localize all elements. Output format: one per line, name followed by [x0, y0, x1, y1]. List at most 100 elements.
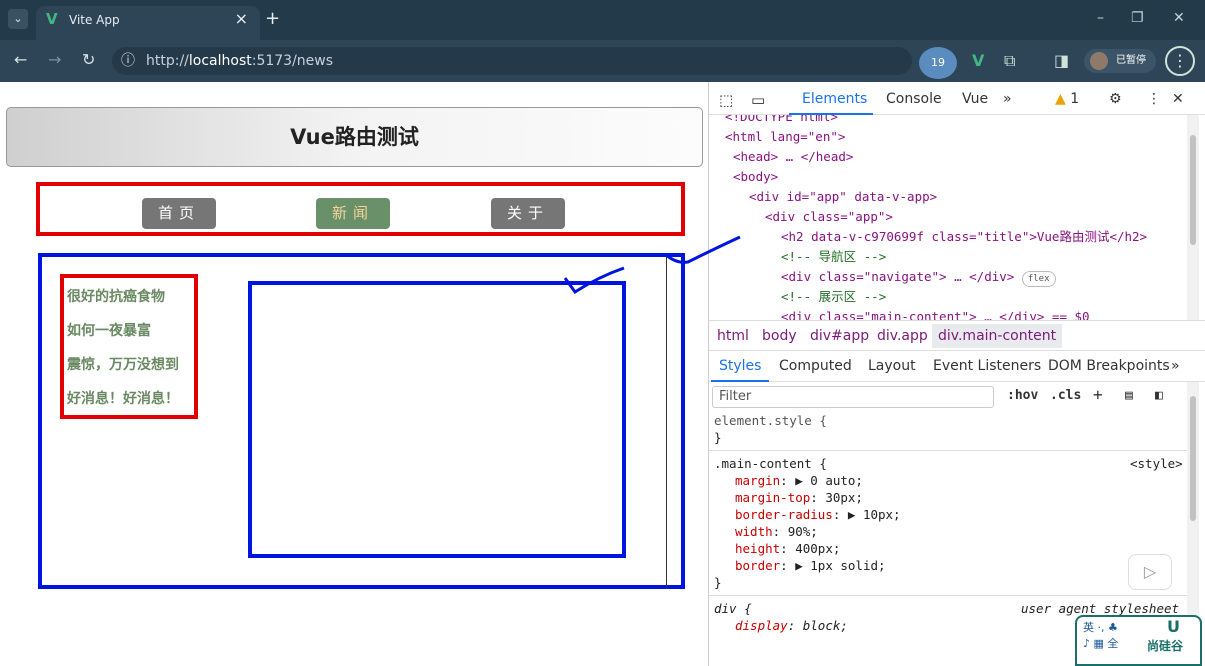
nav-about-link[interactable]: 关于 [491, 198, 565, 229]
nav-home-link[interactable]: 首页 [142, 198, 216, 229]
browser-tab-bar: ⌄ V Vite App × + – ❐ ✕ [0, 0, 1205, 40]
ime-toolbar[interactable]: 英 ·, ♣ ♪ ▦ 全 U 尚硅谷 [1075, 615, 1202, 666]
ime-brand-label: 尚硅谷 [1147, 639, 1184, 653]
crumb-html[interactable]: html [717, 328, 749, 344]
tab-computed[interactable]: Computed [779, 358, 852, 374]
device-toggle-icon[interactable]: ▭ [751, 91, 765, 109]
url-host: localhost [188, 53, 252, 69]
extensions-icon[interactable]: ⧉ [1004, 51, 1015, 71]
settings-gear-icon[interactable]: ⚙ [1109, 91, 1122, 107]
ime-options-label[interactable]: ♪ ▦ 全 [1083, 635, 1118, 651]
dom-line[interactable]: <div class="app"> [765, 207, 893, 227]
url-protocol: http:// [146, 53, 189, 69]
news-item[interactable]: 震惊，万万没想到 [67, 354, 179, 374]
tab-vue[interactable]: Vue [962, 91, 988, 107]
dom-line[interactable]: <html lang="en"> [725, 127, 845, 147]
styles-tabs: Styles Computed Layout Event Listeners D… [709, 350, 1205, 382]
rule-divider [709, 450, 1187, 451]
styles-filter-input[interactable]: Filter [712, 386, 994, 408]
nav-area: 首页 新闻 关于 [36, 182, 685, 236]
crumb-main-content[interactable]: div.main-content [932, 324, 1063, 348]
news-item[interactable]: 如何一夜暴富 [67, 320, 151, 340]
rule-source-link[interactable]: <style> [1130, 455, 1183, 472]
dom-line[interactable]: <h2 data-v-c970699f class="title">Vue路由测… [781, 227, 1147, 247]
window-close-button[interactable]: ✕ [1173, 10, 1185, 26]
vue-devtools-icon[interactable]: V [972, 51, 984, 70]
side-panel-icon[interactable]: ◨ [1054, 51, 1069, 70]
dom-line[interactable]: <div class="navigate"> … </div> flex [781, 267, 1056, 287]
tab-elements[interactable]: Elements [802, 91, 867, 107]
tab-title: Vite App [69, 13, 120, 27]
devtools-menu-icon[interactable]: ⋮ [1147, 91, 1161, 107]
toggle-sidebar-icon[interactable]: ◧ [1155, 388, 1163, 403]
more-tabs-icon[interactable]: » [1003, 91, 1012, 107]
tab-search-button[interactable]: ⌄ [8, 9, 28, 29]
dom-tree-scrollbar[interactable] [1187, 115, 1199, 320]
tab-layout[interactable]: Layout [868, 358, 916, 374]
css-property[interactable]: height: 400px; [735, 540, 840, 557]
ime-mode-label[interactable]: 英 ·, ♣ [1083, 619, 1118, 635]
css-property[interactable]: margin: ▶ 0 auto; [735, 472, 863, 489]
tab-event-listeners[interactable]: Event Listeners [933, 358, 1041, 374]
devtools-toolbar: ⬚ ▭ Elements Console Vue » ▲ 1 ⚙ ⋮ ✕ [709, 82, 1205, 115]
news-detail-area [248, 281, 626, 558]
rule-selector[interactable]: .main-content { [714, 455, 827, 472]
ua-property: display: block; [735, 618, 848, 633]
crumb-body[interactable]: body [762, 328, 797, 344]
profile-button[interactable]: 已暂停 [1084, 49, 1156, 73]
dom-line[interactable]: <body> [733, 167, 778, 187]
css-property[interactable]: width: 90%; [735, 523, 818, 540]
dom-line[interactable]: <!DOCTYPE html> [725, 115, 838, 127]
site-info-icon[interactable]: ⓘ [121, 47, 135, 75]
css-property[interactable]: border: ▶ 1px solid; [735, 557, 886, 574]
warning-count: 1 [1070, 91, 1080, 107]
inspect-icon[interactable]: ⬚ [719, 91, 733, 109]
css-property[interactable]: margin-top: 30px; [735, 489, 863, 506]
browser-menu-icon[interactable]: ⋮ [1165, 46, 1195, 76]
devtools-close-icon[interactable]: ✕ [1172, 91, 1184, 107]
crumb-div-app[interactable]: div.app [877, 328, 928, 344]
tab-console[interactable]: Console [886, 91, 942, 107]
url-path: :5173/news [251, 53, 334, 69]
crumb-div-app-id[interactable]: div#app [810, 328, 869, 344]
css-property[interactable]: border-radius: ▶ 10px; [735, 506, 901, 523]
hov-toggle[interactable]: :hov [1007, 388, 1038, 403]
new-tab-button[interactable]: + [265, 8, 280, 29]
dom-line[interactable]: <head> … </head> [733, 147, 853, 167]
dom-line-selected[interactable]: <div class="main-content"> … </div> == $… [781, 307, 1090, 320]
forward-icon[interactable]: → [48, 50, 61, 69]
page-viewport: Vue路由测试 首页 新闻 关于 很好的抗癌食物 如何一夜暴富 震惊，万万没想到… [0, 82, 708, 666]
flex-badge[interactable]: flex [1021, 271, 1056, 287]
rule-divider [709, 595, 1187, 596]
minimize-button[interactable]: – [1097, 10, 1104, 26]
more-style-tabs-icon[interactable]: » [1171, 358, 1180, 374]
tab-styles[interactable]: Styles [719, 358, 761, 374]
extension-avatar-icon[interactable]: 19 [919, 47, 957, 79]
close-brace: } [714, 575, 722, 590]
dom-tree: <!DOCTYPE html> <html lang="en"> <head> … [709, 115, 1189, 320]
warnings-counter[interactable]: ▲ 1 [1055, 91, 1079, 107]
profile-avatar [1090, 52, 1108, 70]
dom-line[interactable]: <div id="app" data-v-app> [749, 187, 937, 207]
avatar-badge: 19 [931, 56, 945, 69]
dom-comment[interactable]: <!-- 导航区 --> [781, 247, 886, 267]
tab-close-button[interactable]: × [235, 6, 248, 32]
reload-icon[interactable]: ↻ [82, 50, 95, 69]
browser-tab[interactable]: V Vite App × [36, 6, 260, 40]
styles-tab-underline [711, 380, 769, 382]
back-icon[interactable]: ← [14, 50, 27, 69]
paint-icon[interactable]: ▤ [1125, 388, 1133, 403]
address-bar[interactable]: ⓘ http://localhost:5173/news [112, 47, 912, 75]
nav-news-link[interactable]: 新闻 [316, 198, 390, 229]
news-item[interactable]: 好消息！好消息！ [67, 388, 179, 408]
profile-label: 已暂停 [1116, 55, 1146, 66]
news-item[interactable]: 很好的抗癌食物 [67, 286, 165, 306]
close-brace: } [714, 430, 722, 445]
cls-toggle[interactable]: .cls [1050, 388, 1081, 403]
dom-comment[interactable]: <!-- 展示区 --> [781, 287, 886, 307]
element-style-selector[interactable]: element.style { [714, 412, 827, 429]
tab-dom-breakpoints[interactable]: DOM Breakpoints [1048, 358, 1170, 374]
floating-play-button[interactable]: ▷ [1128, 554, 1172, 590]
new-rule-icon[interactable]: + [1093, 385, 1103, 404]
restore-button[interactable]: ❐ [1131, 10, 1144, 26]
